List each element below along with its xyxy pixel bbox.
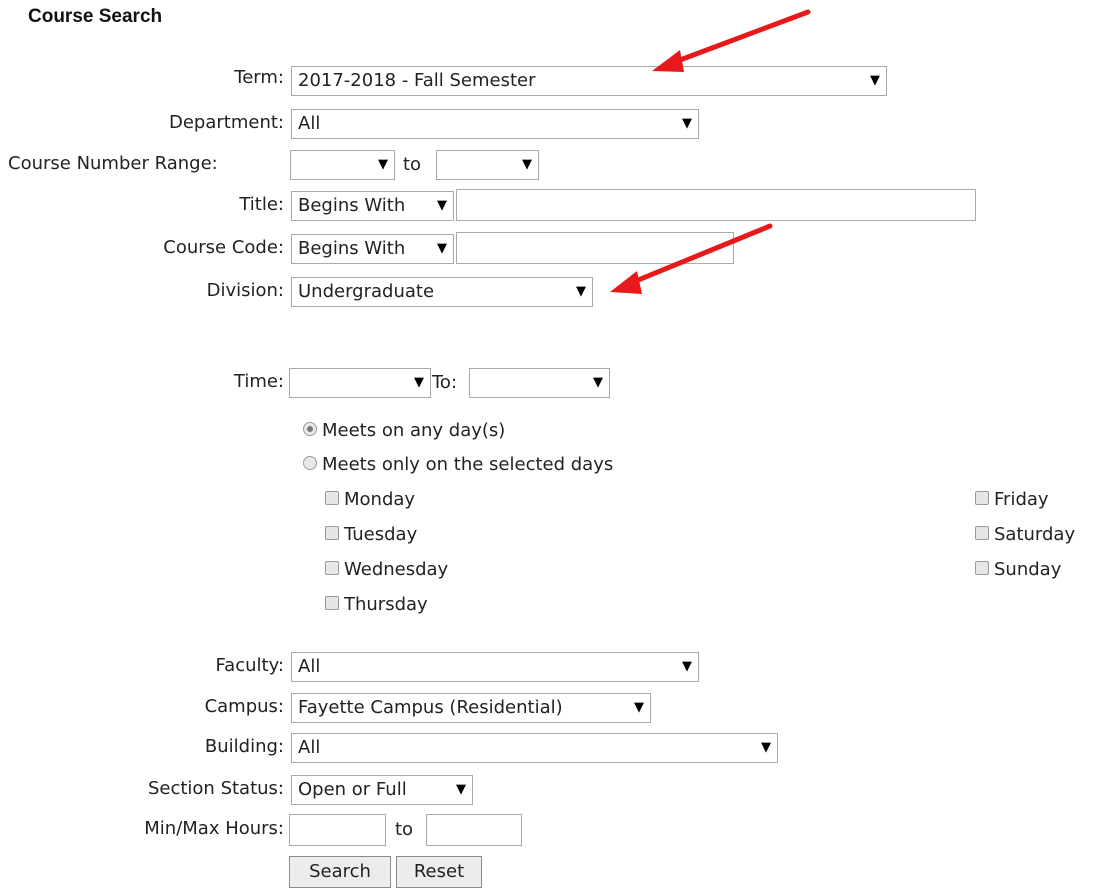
radio-selected-icon[interactable] <box>303 422 317 436</box>
course-number-to-select[interactable]: ▼ <box>436 150 539 180</box>
division-select-value: Undergraduate <box>298 281 435 302</box>
building-label: Building: <box>204 736 284 757</box>
division-label: Division: <box>206 280 284 301</box>
reset-button[interactable]: Reset <box>396 856 482 888</box>
meets-selected-option[interactable]: Meets only on the selected days <box>303 448 613 482</box>
min-hours-input[interactable] <box>289 814 386 846</box>
faculty-select-value: All <box>298 656 321 677</box>
term-arrow-shaft <box>669 9 811 66</box>
faculty-select[interactable]: All ▼ <box>291 652 699 682</box>
course-code-input[interactable] <box>456 232 734 264</box>
title-mode-select[interactable]: Begins With ▼ <box>291 191 454 221</box>
department-select[interactable]: All ▼ <box>291 109 699 139</box>
day-sunday[interactable]: Sunday <box>975 553 1061 587</box>
day-monday-label: Monday <box>344 489 416 510</box>
department-label: Department: <box>169 112 284 133</box>
dropdown-arrow-icon: ▼ <box>593 375 603 390</box>
radio-unselected-icon[interactable] <box>303 456 317 470</box>
term-select[interactable]: 2017-2018 - Fall Semester ▼ <box>291 66 887 96</box>
course-number-range-label: Course Number Range: <box>8 153 218 174</box>
day-tuesday[interactable]: Tuesday <box>325 518 417 552</box>
checkbox-icon[interactable] <box>975 561 989 575</box>
title-label: Title: <box>239 194 284 215</box>
dropdown-arrow-icon: ▼ <box>437 198 447 213</box>
dropdown-arrow-icon: ▼ <box>682 659 692 674</box>
day-sunday-label: Sunday <box>994 559 1062 580</box>
course-code-mode-value: Begins With <box>298 238 406 259</box>
department-select-value: All <box>298 113 321 134</box>
min-max-hours-label: Min/Max Hours: <box>144 818 284 839</box>
hours-to-label: to <box>395 819 414 840</box>
division-arrow-head <box>610 271 642 294</box>
dropdown-arrow-icon: ▼ <box>456 782 466 797</box>
term-label: Term: <box>234 67 284 88</box>
section-status-select-value: Open or Full <box>298 779 407 800</box>
division-select[interactable]: Undergraduate ▼ <box>291 277 593 307</box>
day-monday[interactable]: Monday <box>325 483 415 517</box>
meets-any-label: Meets on any day(s) <box>322 420 506 441</box>
day-friday[interactable]: Friday <box>975 483 1049 517</box>
day-wednesday[interactable]: Wednesday <box>325 553 448 587</box>
section-status-label: Section Status: <box>147 778 284 799</box>
page-title: Course Search <box>28 6 163 27</box>
time-to-select[interactable]: ▼ <box>469 368 610 398</box>
campus-select[interactable]: Fayette Campus (Residential) ▼ <box>291 693 651 723</box>
checkbox-icon[interactable] <box>325 596 339 610</box>
building-select[interactable]: All ▼ <box>291 733 778 763</box>
course-code-mode-select[interactable]: Begins With ▼ <box>291 234 454 264</box>
day-friday-label: Friday <box>994 489 1049 510</box>
checkbox-icon[interactable] <box>975 526 989 540</box>
campus-label: Campus: <box>204 696 284 717</box>
title-mode-value: Begins With <box>298 195 406 216</box>
course-code-label: Course Code: <box>163 237 284 258</box>
day-saturday-label: Saturday <box>994 524 1076 545</box>
dropdown-arrow-icon: ▼ <box>437 241 447 256</box>
dropdown-arrow-icon: ▼ <box>576 284 586 299</box>
building-select-value: All <box>298 737 321 758</box>
day-saturday[interactable]: Saturday <box>975 518 1075 552</box>
max-hours-input[interactable] <box>426 814 522 846</box>
dropdown-arrow-icon: ▼ <box>761 740 771 755</box>
search-button[interactable]: Search <box>289 856 391 888</box>
day-thursday-label: Thursday <box>344 594 428 615</box>
checkbox-icon[interactable] <box>325 491 339 505</box>
course-number-to-label: to <box>403 154 422 175</box>
dropdown-arrow-icon: ▼ <box>870 73 880 88</box>
faculty-label: Faculty: <box>215 655 284 676</box>
dropdown-arrow-icon: ▼ <box>378 157 388 172</box>
term-select-value: 2017-2018 - Fall Semester <box>298 70 536 91</box>
campus-select-value: Fayette Campus (Residential) <box>298 697 563 718</box>
time-label: Time: <box>233 371 284 392</box>
checkbox-icon[interactable] <box>325 526 339 540</box>
dropdown-arrow-icon: ▼ <box>414 375 424 390</box>
meets-any-option[interactable]: Meets on any day(s) <box>303 414 505 448</box>
day-tuesday-label: Tuesday <box>344 524 418 545</box>
day-wednesday-label: Wednesday <box>344 559 449 580</box>
section-status-select[interactable]: Open or Full ▼ <box>291 775 473 805</box>
dropdown-arrow-icon: ▼ <box>634 700 644 715</box>
course-number-from-select[interactable]: ▼ <box>290 150 395 180</box>
day-thursday[interactable]: Thursday <box>325 588 428 622</box>
checkbox-icon[interactable] <box>975 491 989 505</box>
title-input[interactable] <box>456 189 976 221</box>
red-arrow-annotation <box>652 9 811 72</box>
checkbox-icon[interactable] <box>325 561 339 575</box>
dropdown-arrow-icon: ▼ <box>522 157 532 172</box>
dropdown-arrow-icon: ▼ <box>682 116 692 131</box>
time-from-select[interactable]: ▼ <box>289 368 431 398</box>
meets-selected-label: Meets only on the selected days <box>322 454 614 475</box>
time-to-label: To: <box>432 372 458 393</box>
